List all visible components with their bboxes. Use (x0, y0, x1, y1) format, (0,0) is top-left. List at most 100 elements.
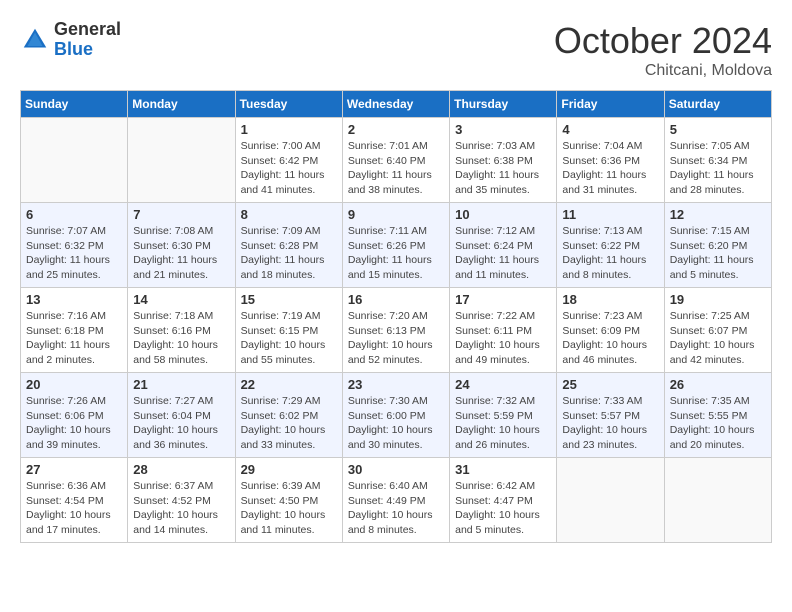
column-header-saturday: Saturday (664, 91, 771, 118)
calendar-cell (557, 458, 664, 543)
day-info: Sunrise: 7:33 AMSunset: 5:57 PMDaylight:… (562, 394, 658, 453)
calendar-cell: 13 Sunrise: 7:16 AMSunset: 6:18 PMDayligh… (21, 288, 128, 373)
calendar-cell: 15 Sunrise: 7:19 AMSunset: 6:15 PMDayligh… (235, 288, 342, 373)
calendar-cell: 19 Sunrise: 7:25 AMSunset: 6:07 PMDayligh… (664, 288, 771, 373)
calendar-cell: 2 Sunrise: 7:01 AMSunset: 6:40 PMDaylight… (342, 118, 449, 203)
logo-text: General Blue (54, 20, 121, 60)
month-title: October 2024 (554, 20, 772, 62)
column-header-friday: Friday (557, 91, 664, 118)
calendar-cell: 27 Sunrise: 6:36 AMSunset: 4:54 PMDayligh… (21, 458, 128, 543)
calendar-cell: 17Sunrise: 7:22 AMSunset: 6:11 PMDayligh… (450, 288, 557, 373)
page-header: General Blue October 2024 Chitcani, Mold… (20, 20, 772, 80)
calendar-cell: 20 Sunrise: 7:26 AMSunset: 6:06 PMDayligh… (21, 373, 128, 458)
calendar-cell (664, 458, 771, 543)
day-info: Sunrise: 7:08 AMSunset: 6:30 PMDaylight:… (133, 224, 229, 283)
calendar-week-row: 27 Sunrise: 6:36 AMSunset: 4:54 PMDayligh… (21, 458, 772, 543)
day-info: Sunrise: 7:00 AMSunset: 6:42 PMDaylight:… (241, 139, 337, 198)
day-info: Sunrise: 7:19 AMSunset: 6:15 PMDaylight:… (241, 309, 337, 368)
calendar-cell: 30Sunrise: 6:40 AMSunset: 4:49 PMDayligh… (342, 458, 449, 543)
day-info: Sunrise: 7:13 AMSunset: 6:22 PMDaylight:… (562, 224, 658, 283)
day-info: Sunrise: 7:26 AMSunset: 6:06 PMDaylight:… (26, 394, 122, 453)
day-info: Sunrise: 7:18 AMSunset: 6:16 PMDaylight:… (133, 309, 229, 368)
day-info: Sunrise: 7:35 AMSunset: 5:55 PMDaylight:… (670, 394, 766, 453)
day-info: Sunrise: 7:32 AMSunset: 5:59 PMDaylight:… (455, 394, 551, 453)
day-number: 13 (26, 292, 122, 307)
calendar-table: SundayMondayTuesdayWednesdayThursdayFrid… (20, 90, 772, 543)
day-number: 1 (241, 122, 337, 137)
calendar-cell: 1 Sunrise: 7:00 AMSunset: 6:42 PMDaylight… (235, 118, 342, 203)
calendar-cell: 31 Sunrise: 6:42 AMSunset: 4:47 PMDayligh… (450, 458, 557, 543)
day-number: 18 (562, 292, 658, 307)
day-info: Sunrise: 6:39 AMSunset: 4:50 PMDaylight:… (241, 479, 337, 538)
day-info: Sunrise: 7:27 AMSunset: 6:04 PMDaylight:… (133, 394, 229, 453)
day-number: 31 (455, 462, 551, 477)
day-info: Sunrise: 7:05 AMSunset: 6:34 PMDaylight:… (670, 139, 766, 198)
calendar-cell: 28 Sunrise: 6:37 AMSunset: 4:52 PMDayligh… (128, 458, 235, 543)
day-info: Sunrise: 7:03 AMSunset: 6:38 PMDaylight:… (455, 139, 551, 198)
day-number: 27 (26, 462, 122, 477)
day-number: 30 (348, 462, 444, 477)
calendar-cell: 11 Sunrise: 7:13 AMSunset: 6:22 PMDayligh… (557, 203, 664, 288)
day-number: 25 (562, 377, 658, 392)
calendar-week-row: 6 Sunrise: 7:07 AMSunset: 6:32 PMDaylight… (21, 203, 772, 288)
calendar-cell (128, 118, 235, 203)
calendar-cell: 3 Sunrise: 7:03 AMSunset: 6:38 PMDaylight… (450, 118, 557, 203)
day-number: 3 (455, 122, 551, 137)
day-info: Sunrise: 7:04 AMSunset: 6:36 PMDaylight:… (562, 139, 658, 198)
calendar-cell (21, 118, 128, 203)
day-info: Sunrise: 6:37 AMSunset: 4:52 PMDaylight:… (133, 479, 229, 538)
day-info: Sunrise: 7:12 AMSunset: 6:24 PMDaylight:… (455, 224, 551, 283)
calendar-cell: 9 Sunrise: 7:11 AMSunset: 6:26 PMDaylight… (342, 203, 449, 288)
day-number: 8 (241, 207, 337, 222)
day-number: 24 (455, 377, 551, 392)
calendar-cell: 23Sunrise: 7:30 AMSunset: 6:00 PMDayligh… (342, 373, 449, 458)
day-number: 2 (348, 122, 444, 137)
logo-general: General (54, 20, 121, 40)
day-number: 5 (670, 122, 766, 137)
calendar-cell: 18 Sunrise: 7:23 AMSunset: 6:09 PMDayligh… (557, 288, 664, 373)
calendar-week-row: 13 Sunrise: 7:16 AMSunset: 6:18 PMDayligh… (21, 288, 772, 373)
day-info: Sunrise: 7:23 AMSunset: 6:09 PMDaylight:… (562, 309, 658, 368)
day-number: 19 (670, 292, 766, 307)
calendar-cell: 12 Sunrise: 7:15 AMSunset: 6:20 PMDayligh… (664, 203, 771, 288)
day-info: Sunrise: 6:42 AMSunset: 4:47 PMDaylight:… (455, 479, 551, 538)
column-header-thursday: Thursday (450, 91, 557, 118)
calendar-cell: 4Sunrise: 7:04 AMSunset: 6:36 PMDaylight… (557, 118, 664, 203)
day-number: 9 (348, 207, 444, 222)
day-number: 12 (670, 207, 766, 222)
logo: General Blue (20, 20, 121, 60)
day-info: Sunrise: 7:09 AMSunset: 6:28 PMDaylight:… (241, 224, 337, 283)
calendar-cell: 5 Sunrise: 7:05 AMSunset: 6:34 PMDaylight… (664, 118, 771, 203)
day-number: 21 (133, 377, 229, 392)
day-info: Sunrise: 7:16 AMSunset: 6:18 PMDaylight:… (26, 309, 122, 368)
day-number: 20 (26, 377, 122, 392)
day-number: 29 (241, 462, 337, 477)
column-header-wednesday: Wednesday (342, 91, 449, 118)
calendar-week-row: 1 Sunrise: 7:00 AMSunset: 6:42 PMDaylight… (21, 118, 772, 203)
calendar-cell: 16 Sunrise: 7:20 AMSunset: 6:13 PMDayligh… (342, 288, 449, 373)
day-info: Sunrise: 7:29 AMSunset: 6:02 PMDaylight:… (241, 394, 337, 453)
day-number: 11 (562, 207, 658, 222)
column-header-sunday: Sunday (21, 91, 128, 118)
day-info: Sunrise: 7:07 AMSunset: 6:32 PMDaylight:… (26, 224, 122, 283)
day-info: Sunrise: 7:11 AMSunset: 6:26 PMDaylight:… (348, 224, 444, 283)
calendar-cell: 8 Sunrise: 7:09 AMSunset: 6:28 PMDaylight… (235, 203, 342, 288)
day-info: Sunrise: 7:22 AMSunset: 6:11 PMDaylight:… (455, 309, 551, 368)
column-header-tuesday: Tuesday (235, 91, 342, 118)
day-number: 28 (133, 462, 229, 477)
calendar-cell: 29 Sunrise: 6:39 AMSunset: 4:50 PMDayligh… (235, 458, 342, 543)
day-number: 6 (26, 207, 122, 222)
day-info: Sunrise: 7:15 AMSunset: 6:20 PMDaylight:… (670, 224, 766, 283)
day-info: Sunrise: 7:20 AMSunset: 6:13 PMDaylight:… (348, 309, 444, 368)
day-number: 22 (241, 377, 337, 392)
day-info: Sunrise: 7:01 AMSunset: 6:40 PMDaylight:… (348, 139, 444, 198)
day-number: 16 (348, 292, 444, 307)
calendar-cell: 24 Sunrise: 7:32 AMSunset: 5:59 PMDayligh… (450, 373, 557, 458)
day-info: Sunrise: 6:36 AMSunset: 4:54 PMDaylight:… (26, 479, 122, 538)
day-info: Sunrise: 7:25 AMSunset: 6:07 PMDaylight:… (670, 309, 766, 368)
calendar-header-row: SundayMondayTuesdayWednesdayThursdayFrid… (21, 91, 772, 118)
calendar-cell: 26Sunrise: 7:35 AMSunset: 5:55 PMDayligh… (664, 373, 771, 458)
day-number: 10 (455, 207, 551, 222)
title-block: October 2024 Chitcani, Moldova (554, 20, 772, 80)
day-number: 15 (241, 292, 337, 307)
